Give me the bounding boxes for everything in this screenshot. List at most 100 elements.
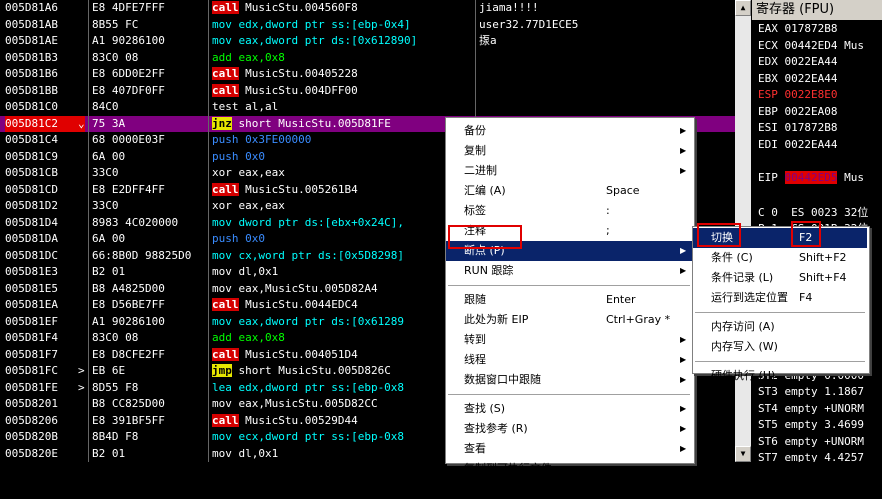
menu-item[interactable]: 转到 ▶ xyxy=(446,330,692,350)
hex-cell: B8 CC825D00 xyxy=(92,397,165,410)
hex-cell: 84C0 xyxy=(92,100,119,113)
menu-separator xyxy=(448,394,690,395)
menu-item[interactable]: 硬件执行 (H) xyxy=(693,366,867,386)
hex-cell: 6A 00 xyxy=(92,149,126,163)
menu-item-label: 跟随 xyxy=(464,293,486,306)
disasm-row[interactable]: 005D81C0 84C0 test al,al xyxy=(0,99,735,116)
hex-cell: 8B4D F8 xyxy=(92,430,139,443)
chevron-right-icon: ▶ xyxy=(680,246,687,255)
hex-cell: A1 90286100 xyxy=(92,34,165,47)
scroll-up-icon[interactable]: ▲ xyxy=(735,0,751,16)
register-text: EIP xyxy=(758,170,785,184)
instruction-text: mov dl,0x1 xyxy=(212,265,279,278)
instruction-text: mov eax,MusicStu.005D82A4 xyxy=(212,281,378,295)
chevron-right-icon: ▶ xyxy=(680,166,687,175)
menu-item[interactable]: 数据窗口中跟随 ▶ xyxy=(446,370,692,390)
menu-separator xyxy=(695,361,865,362)
menu-item[interactable]: 内存写入 (W) xyxy=(693,337,867,357)
instruction-cell: mov dword ptr ds:[ebx+0x24C], xyxy=(212,215,474,232)
instruction-cell: mov eax,MusicStu.005D82A4 xyxy=(212,281,474,298)
menu-item-label: 条件记录 (L) xyxy=(711,271,774,284)
register-text: ST7 empty 4.4257 xyxy=(758,451,864,462)
disasm-row[interactable]: 005D81A6 E8 4DFE7FFF call MusicStu.004560F… xyxy=(0,0,735,17)
instruction-text: push 0x0 xyxy=(212,149,265,163)
register-tail: Mus xyxy=(837,170,864,184)
menu-item[interactable]: 分析 ▶ xyxy=(446,479,692,499)
menu-item[interactable]: 条件记录 (L) Shift+F4 xyxy=(693,268,867,288)
menu-item-label: 条件 (C) xyxy=(711,251,753,264)
menu-item[interactable]: 汇编 (A) Space xyxy=(446,181,692,201)
opcode-keyword: jnz xyxy=(212,116,232,130)
address-cell: 005D81FC xyxy=(5,364,58,377)
instruction-text: mov eax,dword ptr ds:[0x612890] xyxy=(212,34,418,47)
instruction-cell: push 0x3FE00000 xyxy=(212,132,474,149)
menu-item-label: 内存写入 (W) xyxy=(711,340,778,353)
address-cell: 005D81A6 xyxy=(5,1,58,14)
menu-item-label: 数据窗口中跟随 xyxy=(464,373,541,386)
address-cell: 005D81B3 xyxy=(5,50,58,64)
menu-item[interactable]: 复制到可执行文件 ▶ xyxy=(446,459,692,479)
disasm-row[interactable]: 005D81AE A1 90286100 mov eax,dword ptr ds:… xyxy=(0,33,735,50)
instruction-cell: call MusicStu.004051D4 xyxy=(212,347,474,364)
disasm-row[interactable]: 005D81B6 E8 6DD0E2FF call MusicStu.0040522… xyxy=(0,66,735,83)
jump-marker: ⌄ xyxy=(78,116,85,130)
operand-text: MusicStu.00529D44 xyxy=(238,413,358,427)
menu-item[interactable]: 查找 (S) ▶ xyxy=(446,399,692,419)
instruction-text: mov dl,0x1 xyxy=(212,446,279,460)
register-text: EBX 0022EA44 xyxy=(758,71,838,85)
register-text: ESP 0022E8E0 xyxy=(758,88,838,101)
instruction-cell: mov dl,0x1 xyxy=(212,446,474,463)
operand-text: MusicStu.0044EDC4 xyxy=(238,298,358,311)
menu-item[interactable]: 查找参考 (R) ▶ xyxy=(446,419,692,439)
operand-text: MusicStu.005261B4 xyxy=(238,182,358,196)
column-divider xyxy=(208,0,209,462)
menu-item-label: 复制到可执行文件 xyxy=(464,462,552,475)
address-cell: 005D81D4 xyxy=(5,215,58,229)
menu-item[interactable]: 跟随 Enter xyxy=(446,290,692,310)
menu-item[interactable]: 条件 (C) Shift+F2 xyxy=(693,248,867,268)
scroll-down-icon[interactable]: ▼ xyxy=(735,446,751,462)
instruction-cell: mov eax,MusicStu.005D82CC xyxy=(212,396,474,413)
instruction-cell: call MusicStu.0044EDC4 xyxy=(212,297,474,314)
menu-item-shortcut: Ctrl+Gray * xyxy=(606,313,671,326)
menu-item[interactable]: 二进制 ▶ xyxy=(446,161,692,181)
instruction-cell: add eax,0x8 xyxy=(212,50,474,67)
menu-item-shortcut: : xyxy=(606,204,610,217)
opcode-keyword: call xyxy=(212,298,239,311)
menu-item-label: 标签 xyxy=(464,204,486,217)
menu-item[interactable]: 内存访问 (A) xyxy=(693,317,867,337)
menu-item[interactable]: 查看 ▶ xyxy=(446,439,692,459)
breakpoint-submenu: 切换 F2 条件 (C) Shift+F2 条件记录 (L) Shift+F4 运行到选定位… xyxy=(692,226,870,382)
instruction-cell: push 0x0 xyxy=(212,149,474,166)
menu-item[interactable]: 备份 ▶ xyxy=(446,121,692,141)
opcode-keyword: call xyxy=(212,1,239,14)
hex-cell: E8 D8CFE2FF xyxy=(92,347,165,361)
register-text: ST3 empty 1.1867 xyxy=(758,385,864,398)
address-cell: 005D81BB xyxy=(5,83,58,97)
hex-cell: 33C0 xyxy=(92,166,119,179)
menu-item[interactable]: 线程 ▶ xyxy=(446,350,692,370)
menu-separator xyxy=(448,285,690,286)
menu-item[interactable]: 标签: xyxy=(446,201,692,221)
register-text: ST4 empty +UNORM xyxy=(758,401,864,415)
menu-item[interactable]: RUN 跟踪 ▶ xyxy=(446,261,692,281)
menu-item[interactable]: 运行到选定位置 F4 xyxy=(693,288,867,308)
instruction-text: xor eax,eax xyxy=(212,166,285,179)
address-cell: 005D81DC xyxy=(5,248,58,262)
hex-cell: 6A 00 xyxy=(92,232,126,245)
menu-item-label: 分析 xyxy=(464,482,486,495)
menu-item-shortcut: Shift+F2 xyxy=(799,251,847,264)
menu-item-shortcut: ; xyxy=(606,224,610,237)
disasm-row[interactable]: 005D81AB 8B55 FC mov edx,dword ptr ss:[ebp… xyxy=(0,17,735,34)
menu-item[interactable]: 此处为新 EIP Ctrl+Gray * xyxy=(446,310,692,330)
menu-item[interactable]: 复制 ▶ xyxy=(446,141,692,161)
instruction-cell: mov eax,dword ptr ds:[0x612890] xyxy=(212,33,474,50)
address-cell: 005D81EA xyxy=(5,298,58,311)
comment-cell: jiama!!!! xyxy=(479,1,539,14)
address-cell: 005D81AB xyxy=(5,17,58,31)
disasm-row[interactable]: 005D81B3 83C0 08 add eax,0x8 xyxy=(0,50,735,67)
menu-item-shortcut: F4 xyxy=(799,291,813,304)
menu-item-label: 查看 xyxy=(464,442,486,455)
instruction-text: add eax,0x8 xyxy=(212,50,285,64)
disasm-row[interactable]: 005D81BB E8 407DF0FF call MusicStu.004DFF0… xyxy=(0,83,735,100)
